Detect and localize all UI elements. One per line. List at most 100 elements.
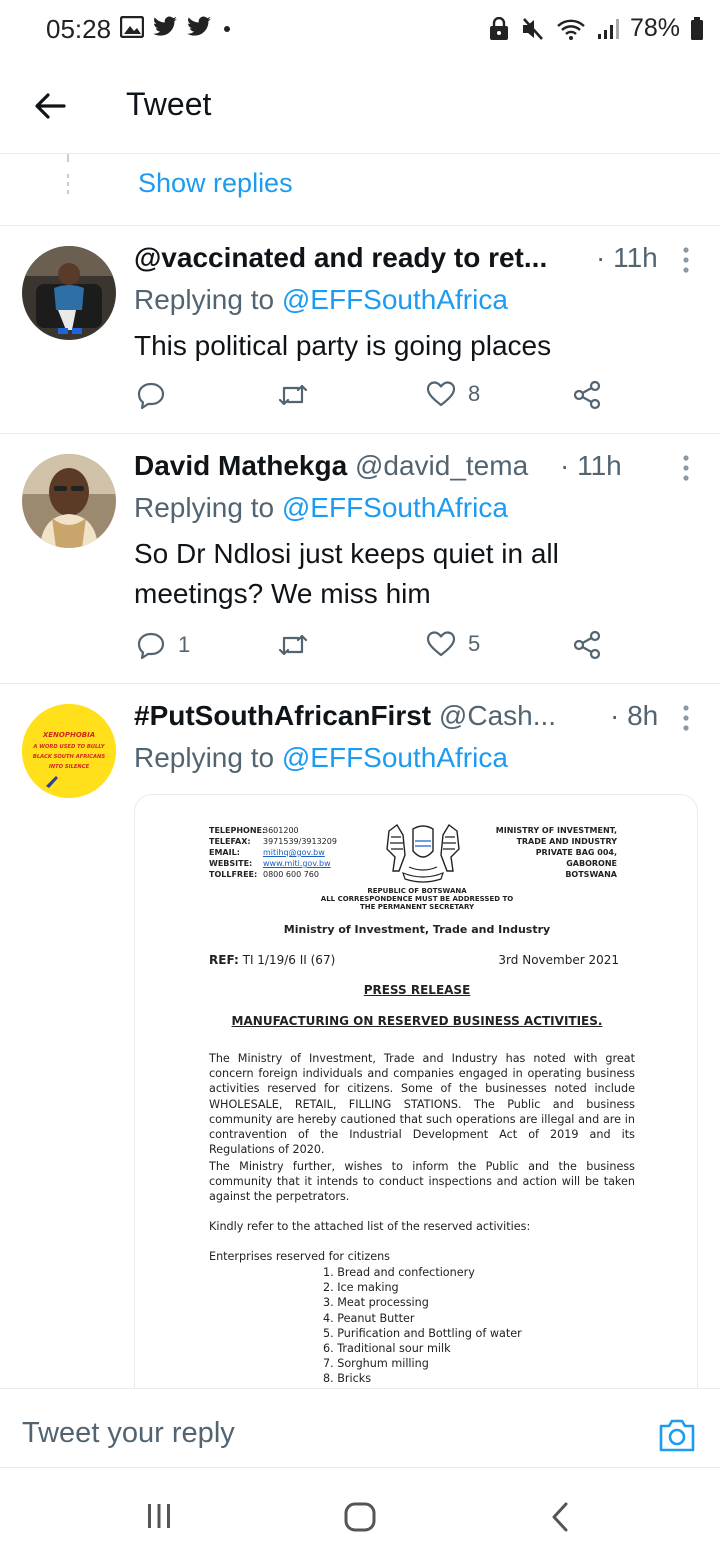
share-button[interactable] <box>572 630 602 660</box>
address-line: GABORONE <box>566 859 617 868</box>
ref-value: TI 1/19/6 II (67) <box>242 953 336 967</box>
show-replies-row: Show replies <box>0 154 720 226</box>
twitter-notification-icon <box>187 16 211 36</box>
tweet-time: · 11h <box>596 242 658 273</box>
more-options-icon[interactable] <box>682 246 690 274</box>
document-correspondence-line: ALL CORRESPONDENCE MUST BE ADDRESSED TO <box>320 895 514 903</box>
tweet-text: So Dr Ndlosi just keeps quiet in all mee… <box>134 538 559 609</box>
system-navigation-bar <box>0 1470 720 1560</box>
replying-to: Replying to @EFFSouthAfrica <box>134 742 508 774</box>
document-heading: MANUFACTURING ON RESERVED BUSINESS ACTIV… <box>231 1014 603 1028</box>
list-item: 1. Bread and confectionery <box>323 1266 475 1279</box>
address-line: BOTSWANA <box>565 870 617 879</box>
document-paragraph: The Ministry further, wishes to inform t… <box>209 1160 635 1204</box>
avatar-photo <box>22 454 116 548</box>
battery-icon <box>691 16 703 40</box>
reply-button[interactable] <box>136 380 166 410</box>
user-handle[interactable]: @Cash... <box>439 700 556 731</box>
recent-apps-icon[interactable] <box>146 1502 172 1530</box>
document-ministry-address: MINISTRY OF INVESTMENT, TRADE AND INDUST… <box>496 825 617 880</box>
document-paragraph: The Ministry of Investment, Trade and In… <box>209 1052 635 1157</box>
user-handle[interactable]: @david_tema <box>355 450 528 481</box>
app-header: Tweet <box>0 58 720 154</box>
like-count: 8 <box>468 381 481 406</box>
avatar-slogan-line: XENOPHOBIA <box>42 731 95 739</box>
reply-count: 1 <box>178 632 191 657</box>
address-line: MINISTRY OF INVESTMENT, <box>495 826 617 835</box>
thread-connector-dots <box>67 154 69 194</box>
reply-composer-bar: Tweet your reply <box>0 1388 720 1468</box>
status-bar: 05:28 78% <box>0 0 720 58</box>
reply-icon <box>137 632 165 660</box>
replying-prefix: Replying to <box>134 492 282 523</box>
wifi-icon <box>557 19 585 40</box>
contact-label: TELEFAX: <box>209 837 251 846</box>
document-date: 3rd November 2021 <box>498 953 619 967</box>
avatar-slogan-line: INTO SILENCE <box>49 764 90 770</box>
status-time: 05:28 <box>46 14 112 44</box>
like-count: 5 <box>468 631 481 656</box>
like-button[interactable]: 8 <box>426 380 480 408</box>
avatar[interactable] <box>22 246 116 340</box>
display-name[interactable]: David Mathekga <box>134 450 347 481</box>
document-contacts: TELEPHONE: 3601200 TELEFAX: 3971539/391320… <box>209 825 337 880</box>
attached-document-image[interactable]: TELEPHONE: 3601200 TELEFAX: 3971539/391320… <box>134 794 698 1414</box>
home-icon[interactable] <box>344 1502 376 1532</box>
camera-icon[interactable] <box>658 1417 696 1453</box>
retweet-button[interactable] <box>276 380 310 410</box>
tweet-time: · 8h <box>610 700 659 731</box>
contact-value: 0800 600 760 <box>263 870 319 879</box>
list-item: 3. Meat processing <box>323 1296 429 1310</box>
twitter-notification-icon <box>153 16 177 36</box>
show-replies-link[interactable]: Show replies <box>138 168 293 199</box>
reply-input[interactable]: Tweet your reply <box>22 1417 235 1450</box>
back-nav-icon[interactable] <box>550 1502 570 1532</box>
reply-icon <box>137 382 165 410</box>
tweet[interactable]: @vaccinated and ready to ret... · 11h Re… <box>0 226 720 434</box>
replying-to-mention[interactable]: @EFFSouthAfrica <box>282 284 508 315</box>
share-button[interactable] <box>572 380 602 410</box>
tweet-text: This political party is going places <box>134 330 552 361</box>
contact-label: TELEPHONE: <box>209 826 266 835</box>
avatar[interactable]: XENOPHOBIA A WORD USED TO BULLY BLACK SO… <box>22 704 116 798</box>
document-paragraph: Enterprises reserved for citizens <box>209 1250 391 1263</box>
retweet-button[interactable] <box>276 630 310 660</box>
more-options-icon[interactable] <box>682 704 690 732</box>
avatar-slogan-line: A WORD USED TO BULLY <box>32 744 105 750</box>
share-icon <box>573 630 601 660</box>
document-correspondence-line: THE PERMANENT SECRETARY <box>359 903 475 911</box>
avatar-slogan-line: BLACK SOUTH AFRICANS <box>33 754 105 760</box>
tweet[interactable]: David Mathekga @david_tema · 11h Replyin… <box>0 434 720 684</box>
display-name[interactable]: #PutSouthAfricanFirst <box>134 700 431 731</box>
list-item: 5. Purification and Bottling of water <box>323 1326 522 1340</box>
list-item: 6. Traditional sour milk <box>323 1342 451 1356</box>
list-item: 8. Bricks <box>323 1372 372 1386</box>
document-republic: REPUBLIC OF BOTSWANA <box>367 887 467 895</box>
ref-label: REF: <box>209 953 239 967</box>
replying-prefix: Replying to <box>134 742 282 773</box>
tweet-actions: 1 5 <box>134 630 614 670</box>
contact-value: 3971539/3913209 <box>263 837 337 846</box>
battery-percent: 78% <box>629 14 680 42</box>
contact-label: TOLLFREE: <box>209 870 258 879</box>
replying-to: Replying to @EFFSouthAfrica <box>134 284 508 316</box>
status-system-icons: 78% <box>488 14 704 43</box>
heart-icon <box>426 631 456 657</box>
replying-to: Replying to @EFFSouthAfrica <box>134 492 508 524</box>
document-list: 1. Bread and confectionery 2. Ice making… <box>323 1265 522 1387</box>
contact-label: WEBSITE: <box>209 859 253 868</box>
more-options-icon[interactable] <box>682 454 690 482</box>
reply-button[interactable]: 1 <box>136 630 190 660</box>
contact-value: www.miti.gov.bw <box>263 859 331 868</box>
avatar[interactable] <box>22 454 116 548</box>
like-button[interactable]: 5 <box>426 630 480 658</box>
replying-to-mention[interactable]: @EFFSouthAfrica <box>282 742 508 773</box>
list-item: 7. Sorghum milling <box>323 1357 429 1371</box>
replying-to-mention[interactable]: @EFFSouthAfrica <box>282 492 508 523</box>
list-item: 2. Ice making <box>323 1281 399 1295</box>
document-paragraph: Kindly refer to the attached list of the… <box>209 1220 531 1233</box>
display-name[interactable]: @vaccinated and ready to ret... <box>134 242 547 273</box>
signal-icon <box>597 18 619 39</box>
back-arrow-icon[interactable] <box>30 86 70 126</box>
tweet-time: · 11h <box>560 450 622 481</box>
